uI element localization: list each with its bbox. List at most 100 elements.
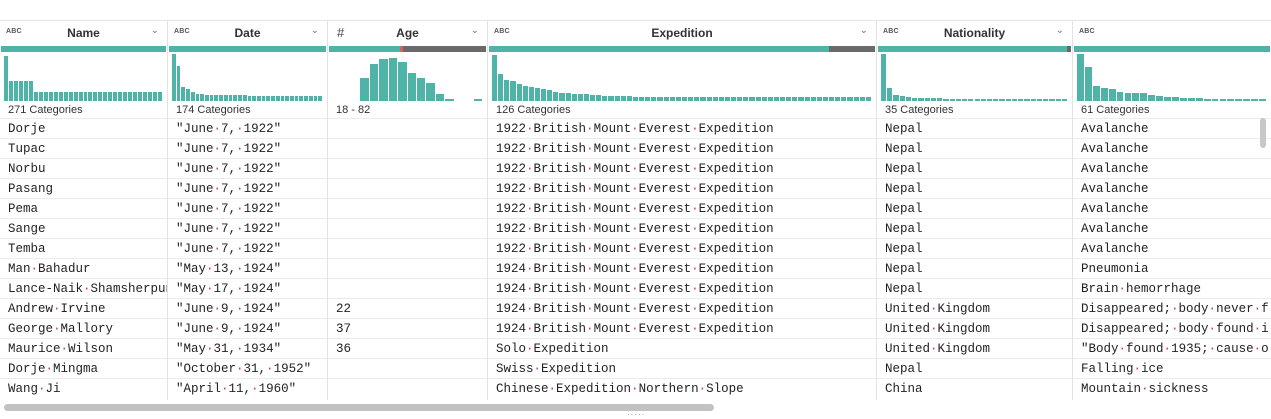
quality-bar[interactable] xyxy=(1,46,166,52)
histogram-bar[interactable] xyxy=(1036,98,1043,101)
histogram-bar[interactable] xyxy=(388,57,398,101)
histogram-bar[interactable] xyxy=(78,91,83,101)
histogram-bar[interactable] xyxy=(113,91,118,101)
histogram-bar[interactable] xyxy=(1164,97,1171,101)
histogram-bar[interactable] xyxy=(148,91,153,101)
table-cell[interactable]: Nepal xyxy=(877,198,1072,218)
table-cell[interactable]: Dorje·Mingma xyxy=(0,358,167,378)
table-cell[interactable] xyxy=(328,258,487,278)
histogram-bar[interactable] xyxy=(577,94,583,101)
histogram-bar[interactable] xyxy=(280,96,285,101)
table-cell[interactable]: "June·7,·1922" xyxy=(168,178,327,198)
table-cell[interactable]: 1922·British·Mount·Everest·Expedition xyxy=(488,158,876,178)
table-cell[interactable]: Nepal xyxy=(877,158,1072,178)
histogram-bar[interactable] xyxy=(792,97,798,101)
table-cell[interactable]: 1922·British·Mount·Everest·Expedition xyxy=(488,238,876,258)
table-cell[interactable]: "May·17,·1924" xyxy=(168,278,327,298)
histogram-bar[interactable] xyxy=(209,95,214,101)
histogram-bar[interactable] xyxy=(1124,92,1132,101)
histogram-bar[interactable] xyxy=(1251,98,1259,101)
histogram-bar[interactable] xyxy=(1049,98,1055,101)
column-header[interactable]: ABC Expedition ⌄ xyxy=(488,20,876,46)
histogram-bar[interactable] xyxy=(522,85,528,101)
column-header[interactable]: ABC Nationality ⌄ xyxy=(877,20,1072,46)
histogram-bar[interactable] xyxy=(58,91,63,101)
table-cell[interactable] xyxy=(328,138,487,158)
histogram-bar[interactable] xyxy=(63,91,68,101)
histogram-bar[interactable] xyxy=(299,96,304,101)
histogram-bar[interactable] xyxy=(108,91,113,101)
histogram-bar[interactable] xyxy=(1203,98,1211,101)
table-cell[interactable] xyxy=(328,378,487,398)
histogram-bar[interactable] xyxy=(186,89,190,101)
histogram-bar[interactable] xyxy=(859,97,865,101)
histogram-bar[interactable] xyxy=(1077,54,1084,101)
histogram-bar[interactable] xyxy=(786,97,792,101)
table-cell[interactable]: 22 xyxy=(328,298,487,318)
histogram-bar[interactable] xyxy=(445,99,454,101)
histogram-bar[interactable] xyxy=(200,93,205,101)
histogram-bar[interactable] xyxy=(853,97,859,101)
histogram-bar[interactable] xyxy=(318,96,322,101)
histogram-bar[interactable] xyxy=(516,84,522,101)
histogram-bar[interactable] xyxy=(285,96,289,101)
histogram-bar[interactable] xyxy=(682,97,688,101)
table-cell[interactable]: Nepal xyxy=(877,178,1072,198)
histogram-bar[interactable] xyxy=(887,87,893,101)
histogram-bar[interactable] xyxy=(1243,98,1251,101)
histogram-bar[interactable] xyxy=(881,54,887,101)
column-header[interactable]: ABC Date ⌄ xyxy=(168,20,327,46)
histogram-bar[interactable] xyxy=(731,97,737,101)
table-cell[interactable] xyxy=(328,358,487,378)
histogram-bar[interactable] xyxy=(1018,98,1024,101)
histogram-bar[interactable] xyxy=(847,97,853,101)
histogram-bar[interactable] xyxy=(1011,98,1018,101)
table-cell[interactable]: Wang·Ji xyxy=(0,378,167,398)
histogram-bar[interactable] xyxy=(73,91,78,101)
histogram-bar[interactable] xyxy=(596,95,602,101)
table-cell[interactable]: Norbu xyxy=(0,158,167,178)
vertical-scrollbar[interactable] xyxy=(1260,118,1266,148)
histogram-bar[interactable] xyxy=(1140,93,1148,101)
histogram-bar[interactable] xyxy=(48,91,53,101)
histogram-bar[interactable] xyxy=(23,81,28,101)
histogram[interactable] xyxy=(172,54,323,101)
histogram-bar[interactable] xyxy=(143,91,148,101)
histogram-bar[interactable] xyxy=(1179,98,1187,101)
invalid-segment[interactable] xyxy=(399,46,486,52)
chevron-down-icon[interactable]: ⌄ xyxy=(1056,25,1064,36)
table-cell[interactable]: Swiss·Expedition xyxy=(488,358,876,378)
histogram-bar[interactable] xyxy=(755,97,761,101)
histogram-bar[interactable] xyxy=(181,86,186,101)
table-cell[interactable]: 1922·British·Mount·Everest·Expedition xyxy=(488,198,876,218)
histogram-bar[interactable] xyxy=(835,97,841,101)
histogram-bar[interactable] xyxy=(308,96,313,101)
histogram-bar[interactable] xyxy=(294,96,299,101)
table-cell[interactable]: Tupac xyxy=(0,138,167,158)
histogram-bar[interactable] xyxy=(252,96,256,101)
histogram-bar[interactable] xyxy=(657,97,663,101)
histogram-bar[interactable] xyxy=(304,96,308,101)
table-cell[interactable]: Avalanche xyxy=(1073,158,1271,178)
table-cell[interactable]: Avalanche xyxy=(1073,218,1271,238)
table-cell[interactable] xyxy=(328,158,487,178)
histogram-bar[interactable] xyxy=(865,97,871,101)
table-cell[interactable]: 1924·British·Mount·Everest·Expedition xyxy=(488,318,876,338)
table-cell[interactable]: Sange xyxy=(0,218,167,238)
histogram-bar[interactable] xyxy=(1195,98,1203,101)
histogram-bar[interactable] xyxy=(675,97,681,101)
histogram-bar[interactable] xyxy=(205,95,209,101)
histogram-bar[interactable] xyxy=(534,87,541,101)
histogram-bar[interactable] xyxy=(829,97,835,101)
histogram-bar[interactable] xyxy=(743,97,749,101)
table-cell[interactable]: Disappeared;·body·never·f xyxy=(1073,298,1271,318)
table-cell[interactable]: Pema xyxy=(0,198,167,218)
histogram-bar[interactable] xyxy=(1211,98,1219,101)
histogram-bar[interactable] xyxy=(669,97,675,101)
histogram-bar[interactable] xyxy=(893,95,899,101)
histogram-bar[interactable] xyxy=(999,98,1005,101)
table-cell[interactable]: Nepal xyxy=(877,238,1072,258)
histogram-bar[interactable] xyxy=(33,91,38,101)
histogram-bar[interactable] xyxy=(53,91,58,101)
histogram-bar[interactable] xyxy=(1259,98,1266,101)
